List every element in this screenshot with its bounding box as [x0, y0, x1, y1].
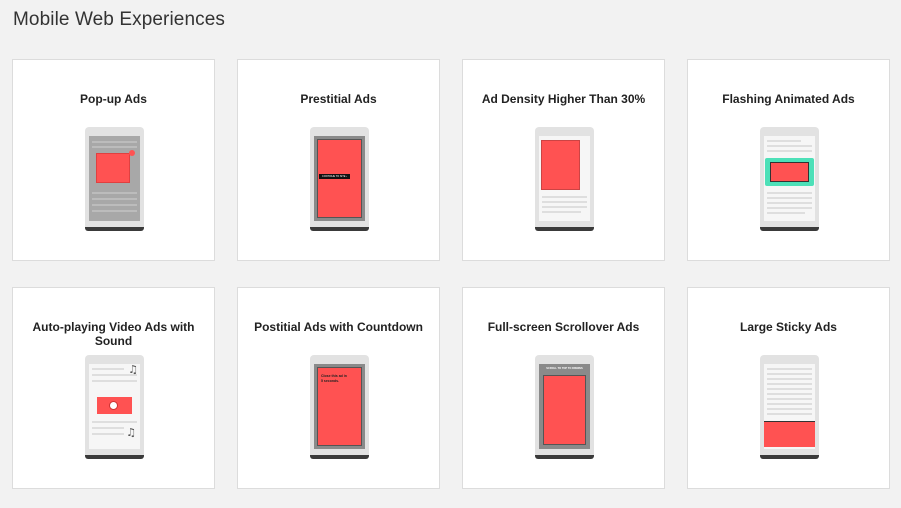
card-title: Postitial Ads with Countdown	[254, 320, 423, 334]
phone-screen	[539, 136, 590, 221]
phone-illustration: CONTINUE TO SITE ›	[310, 127, 369, 231]
card-title: Ad Density Higher Than 30%	[481, 92, 646, 106]
music-note-icon: ♫	[126, 426, 136, 439]
card-flashing-animated-ads[interactable]: Flashing Animated Ads	[687, 59, 890, 261]
phone-illustration	[760, 127, 819, 231]
card-title: Auto-playing Video Ads with Sound	[32, 320, 195, 348]
card-popup-ads[interactable]: Pop-up Ads	[12, 59, 215, 261]
phone-illustration: Close this ad in 5 seconds.	[310, 355, 369, 459]
card-title: Large Sticky Ads	[740, 320, 837, 334]
phone-illustration	[535, 127, 594, 231]
card-title: Full-screen Scrollover Ads	[487, 320, 640, 334]
card-autoplay-video-ads[interactable]: Auto-playing Video Ads with Sound ♫ ♫	[12, 287, 215, 489]
scroll-dismiss-text: SCROLL TO TOP TO DISMISS	[546, 367, 583, 370]
close-icon	[129, 150, 135, 156]
phone-illustration	[760, 355, 819, 459]
speaker-icon	[109, 401, 118, 410]
phone-screen: CONTINUE TO SITE ›	[314, 136, 365, 221]
card-ad-density[interactable]: Ad Density Higher Than 30%	[462, 59, 665, 261]
card-fullscreen-scrollover-ads[interactable]: Full-screen Scrollover Ads SCROLL TO TOP…	[462, 287, 665, 489]
phone-screen	[764, 364, 815, 449]
card-title: Flashing Animated Ads	[722, 92, 855, 106]
phone-screen	[764, 136, 815, 221]
sticky-ad	[764, 421, 815, 447]
countdown-text: Close this ad in 5 seconds.	[321, 374, 347, 383]
dense-ad	[541, 140, 580, 190]
phone-screen: Close this ad in 5 seconds.	[314, 364, 365, 449]
page-title: Mobile Web Experiences	[13, 9, 226, 30]
card-postitial-ads-countdown[interactable]: Postitial Ads with Countdown Close this …	[237, 287, 440, 489]
phone-screen: SCROLL TO TOP TO DISMISS	[539, 364, 590, 449]
prestitial-ad-text: CONTINUE TO SITE ›	[319, 174, 350, 179]
card-title: Prestitial Ads	[300, 92, 377, 106]
phone-screen: ♫ ♫	[89, 364, 140, 449]
phone-illustration	[85, 127, 144, 231]
card-large-sticky-ads[interactable]: Large Sticky Ads	[687, 287, 890, 489]
music-note-icon: ♫	[128, 364, 138, 376]
card-title: Pop-up Ads	[80, 92, 147, 106]
phone-illustration: SCROLL TO TOP TO DISMISS	[535, 355, 594, 459]
phone-illustration: ♫ ♫	[85, 355, 144, 459]
card-prestitial-ads[interactable]: Prestitial Ads CONTINUE TO SITE ›	[237, 59, 440, 261]
scrollover-ad	[543, 375, 586, 445]
popup-ad	[96, 153, 130, 183]
phone-screen	[89, 136, 140, 221]
flashing-ad	[770, 162, 809, 182]
